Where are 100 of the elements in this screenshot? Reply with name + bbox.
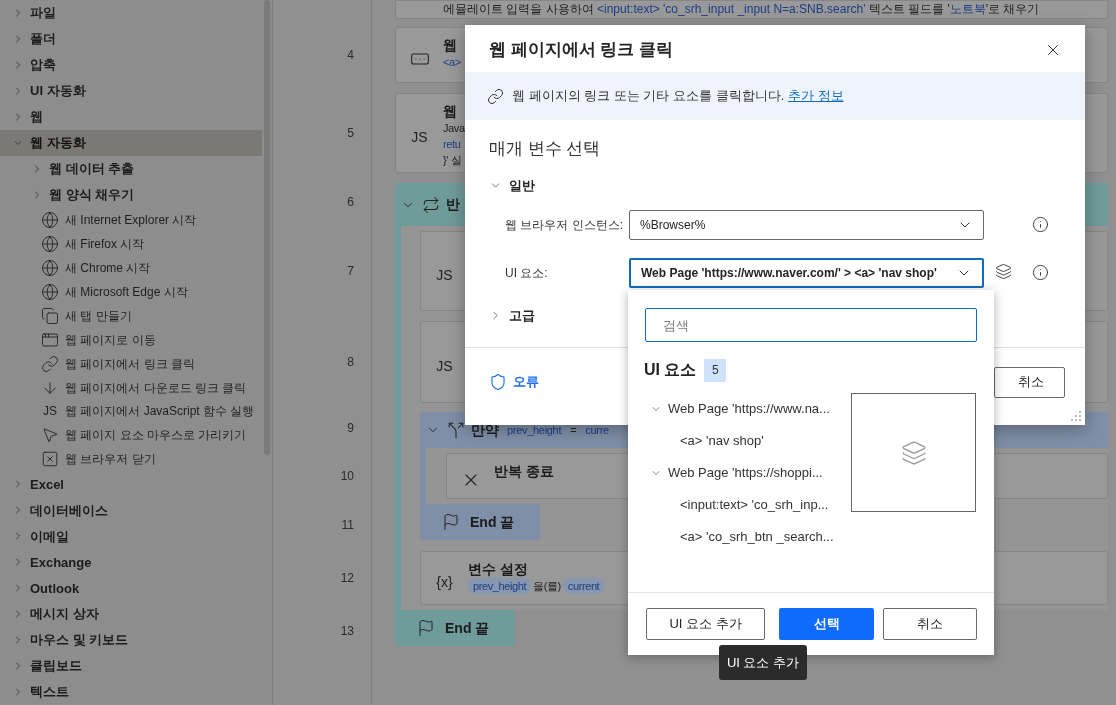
info-icon[interactable] (1032, 216, 1049, 233)
tree-item[interactable]: Excel (0, 471, 262, 498)
line-number: 11 (341, 517, 354, 534)
step-title: 웹 (443, 102, 458, 120)
cancel-button[interactable]: 취소 (883, 608, 977, 640)
field-label: 웹 브라우저 인스턴스: (505, 216, 623, 233)
step-glyph-icon: JS (436, 264, 453, 286)
tree-item[interactable]: 파일 (0, 0, 262, 26)
variable-pill: current (562, 578, 605, 594)
tree-item[interactable]: 새 Firefox 시작 (0, 231, 262, 256)
tree-item[interactable]: 데이터베이스 (0, 497, 262, 524)
description-text: 웹 페이지의 링크 또는 기타 요소를 클릭합니다. 추가 정보 (512, 87, 844, 106)
tree-item[interactable]: <input:text> 'co_srh_inp... (628, 489, 851, 521)
tree-item[interactable]: 웹 페이지에서 다운로드 링크 클릭 (0, 375, 262, 400)
line-number: 7 (347, 263, 354, 280)
variable-pill: prev_height (468, 578, 532, 594)
tree-item[interactable]: JS 웹 페이지에서 JavaScript 함수 실행 (0, 399, 262, 424)
tree-item[interactable]: 웹 페이지로 이동 (0, 327, 262, 352)
section-toggle[interactable]: 일반 (489, 169, 535, 202)
list-heading: UI 요소 (644, 360, 697, 380)
info-icon[interactable] (1032, 264, 1049, 281)
tree-item[interactable]: <a> 'co_srh_btn _search... (628, 521, 851, 553)
step-title: 반복 종료 (494, 462, 554, 480)
step-text: '로 채우기 (985, 1, 1040, 17)
js-icon: JS (40, 402, 60, 421)
tree-item[interactable]: Exchange (0, 549, 262, 576)
tree-item[interactable]: 새 Chrome 시작 (0, 255, 262, 280)
end-label: End 끝 (470, 512, 515, 532)
tree-item[interactable]: 새 Internet Explorer 시작 (0, 207, 262, 232)
line-number: 8 (347, 354, 354, 371)
globe-icon (40, 258, 60, 277)
tree-item[interactable]: 웹 데이터 추출 (0, 155, 262, 182)
line-number: 5 (347, 125, 354, 142)
tree-item[interactable]: Web Page 'https://www.na... (628, 393, 851, 425)
shield-icon (489, 373, 507, 391)
variable-text: <a> (443, 55, 461, 70)
pages-icon (40, 306, 60, 325)
tree-item[interactable]: 웹 (0, 103, 262, 130)
error-status[interactable]: 오류 (513, 372, 539, 392)
section-toggle[interactable]: 고급 (489, 299, 535, 332)
window-icon (40, 330, 60, 349)
line-number: 10 (340, 468, 354, 485)
step-text: 텍스트 필드를 ' (867, 1, 950, 17)
tree-item[interactable]: 새 탭 만들기 (0, 303, 262, 328)
step-glyph-icon: JS (436, 355, 453, 377)
step-text: }' 실 (443, 153, 462, 168)
tree-item[interactable]: 이메일 (0, 523, 262, 550)
link-icon (487, 87, 504, 105)
dropdown-field[interactable]: Web Page 'https://www.naver.com/' > <a> 'nav shop' (629, 257, 984, 288)
globe-icon (40, 234, 60, 253)
line-number: 9 (347, 420, 354, 437)
resize-grip-icon[interactable] (1071, 411, 1081, 421)
tree-item[interactable]: 새 Microsoft Edge 시작 (0, 279, 262, 304)
tree-item[interactable]: 클립보드 (0, 653, 262, 680)
tree-item[interactable]: Outlook (0, 575, 262, 602)
step-text: = (570, 422, 577, 438)
end-block[interactable]: End 끝 (395, 610, 515, 646)
tree-item[interactable]: 웹 양식 채우기 (0, 181, 262, 208)
tree-item[interactable]: 웹 페이지에서 링크 클릭 (0, 351, 262, 376)
line-number: 4 (347, 47, 354, 64)
step-glyph-icon: {x} (436, 571, 453, 593)
globe-icon (40, 210, 60, 229)
count-badge: 5 (704, 358, 727, 382)
line-number: 12 (340, 570, 354, 587)
tree-item[interactable]: 웹 페이지 요소 마우스로 가리키기 (0, 423, 262, 448)
layers-icon (900, 439, 927, 466)
step-title: 반 (446, 195, 460, 214)
tooltip: UI 요소 추가 (719, 645, 807, 680)
field-label: UI 요소: (505, 264, 548, 281)
step-text: Java (443, 121, 465, 136)
globe-icon (40, 282, 60, 301)
tree-item[interactable]: 텍스트 (0, 679, 262, 705)
step-title: 변수 설정 (468, 560, 529, 578)
tree-item[interactable]: 웹 자동화 (0, 129, 262, 156)
tree-item[interactable]: 웹 브라우저 닫기 (0, 447, 262, 472)
tree-item[interactable]: 압축 (0, 51, 262, 78)
tree-item[interactable]: 폴더 (0, 25, 262, 52)
tree-item[interactable]: <a> 'nav shop' (628, 425, 851, 457)
pointer-icon (40, 426, 60, 445)
dropdown-field[interactable]: %Browser% (629, 209, 984, 240)
tree-item[interactable]: UI 자동화 (0, 77, 262, 104)
line-number: 6 (347, 194, 354, 211)
layers-icon[interactable] (994, 262, 1012, 280)
cancel-button[interactable]: 취소 (994, 366, 1065, 398)
step-title: 만약 (471, 420, 499, 440)
tree-item[interactable]: 마우스 및 키보드 (0, 627, 262, 654)
variable-text: curre (585, 422, 609, 438)
tree-item[interactable]: 메시지 상자 (0, 601, 262, 628)
step-glyph-icon: JS (411, 126, 428, 148)
variable-text: prev_height (507, 422, 562, 438)
select-button[interactable]: 선택 (779, 608, 874, 640)
end-block[interactable]: End 끝 (420, 504, 540, 540)
step-title: 웹 (443, 36, 458, 54)
link-icon (40, 354, 60, 373)
add-element-button[interactable]: UI 요소 추가 (646, 608, 765, 640)
search-field[interactable]: 검색 (645, 308, 977, 342)
more-info-link[interactable]: 추가 정보 (787, 88, 844, 104)
tree-item[interactable]: Web Page 'https://shoppi... (628, 457, 851, 489)
variable-text: retu (443, 137, 461, 152)
action-card[interactable]: 에뮬레이트 입력을 사용하여 <input:text> 'co_srh_input _input N=a:SNB.search' 텍스트 필드를 '노트북'로 채우기 (395, 0, 1108, 19)
